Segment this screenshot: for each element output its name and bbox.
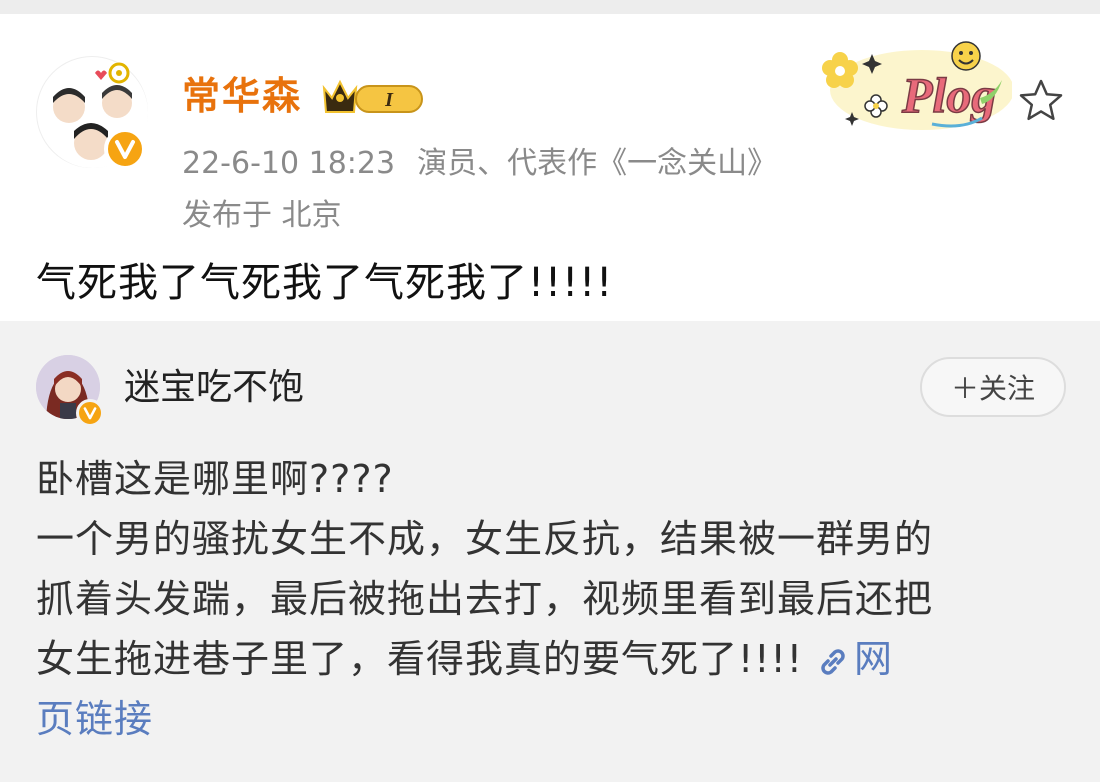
verified-v-icon xyxy=(104,128,146,170)
post-location: 发布于 北京 xyxy=(182,198,342,233)
vip-level-text: I xyxy=(384,89,394,111)
post-username[interactable]: 常华森 xyxy=(182,72,302,120)
web-link-label[interactable]: 网 xyxy=(854,637,893,681)
repost-line: 抓着头发踹，最后被拖出去打，视频里看到最后还把 xyxy=(36,577,934,621)
repost-line: 女生拖进巷子里了，看得我真的要气死了!!!! xyxy=(36,637,817,681)
plog-text: Plog xyxy=(901,67,996,123)
star-outline-icon[interactable] xyxy=(1018,78,1064,122)
repost-username[interactable]: 迷宝吃不饱 xyxy=(124,365,304,411)
web-link-label[interactable]: 页链接 xyxy=(36,689,1066,749)
post-time: 22-6-10 18:23 xyxy=(182,146,396,181)
post-meta: 22-6-10 18:23 演员、代表作《一念关山》 xyxy=(182,144,799,184)
link-icon xyxy=(821,648,845,675)
post-text: 气死我了气死我了气死我了!!!!! xyxy=(36,260,614,306)
repost-line-with-link: 女生拖进巷子里了，看得我真的要气死了!!!! 网 xyxy=(36,629,1066,689)
web-link[interactable]: 网 xyxy=(816,637,893,681)
reposted-content[interactable]: 迷宝吃不饱 ＋关注 卧槽这是哪里啊???? 一个男的骚扰女生不成，女生反抗，结果… xyxy=(0,321,1100,782)
post-bio: 演员、代表作《一念关山》 xyxy=(417,146,778,181)
repost-text: 卧槽这是哪里啊???? 一个男的骚扰女生不成，女生反抗，结果被一群男的 抓着头发… xyxy=(36,449,1066,749)
top-separator xyxy=(0,0,1100,14)
repost-line: 卧槽这是哪里啊???? xyxy=(36,457,394,501)
plog-decoration: Plog xyxy=(822,41,1012,130)
vip-crown-icon[interactable]: I xyxy=(322,76,426,116)
repost-verified-v-icon xyxy=(76,399,104,427)
follow-button[interactable]: ＋关注 xyxy=(920,357,1066,417)
repost-line: 一个男的骚扰女生不成，女生反抗，结果被一群男的 xyxy=(36,517,934,561)
original-post: 常华森 I 22-6-10 18:23 演员、代表作《一念关山》 发布于 北京 气… xyxy=(0,14,1100,321)
